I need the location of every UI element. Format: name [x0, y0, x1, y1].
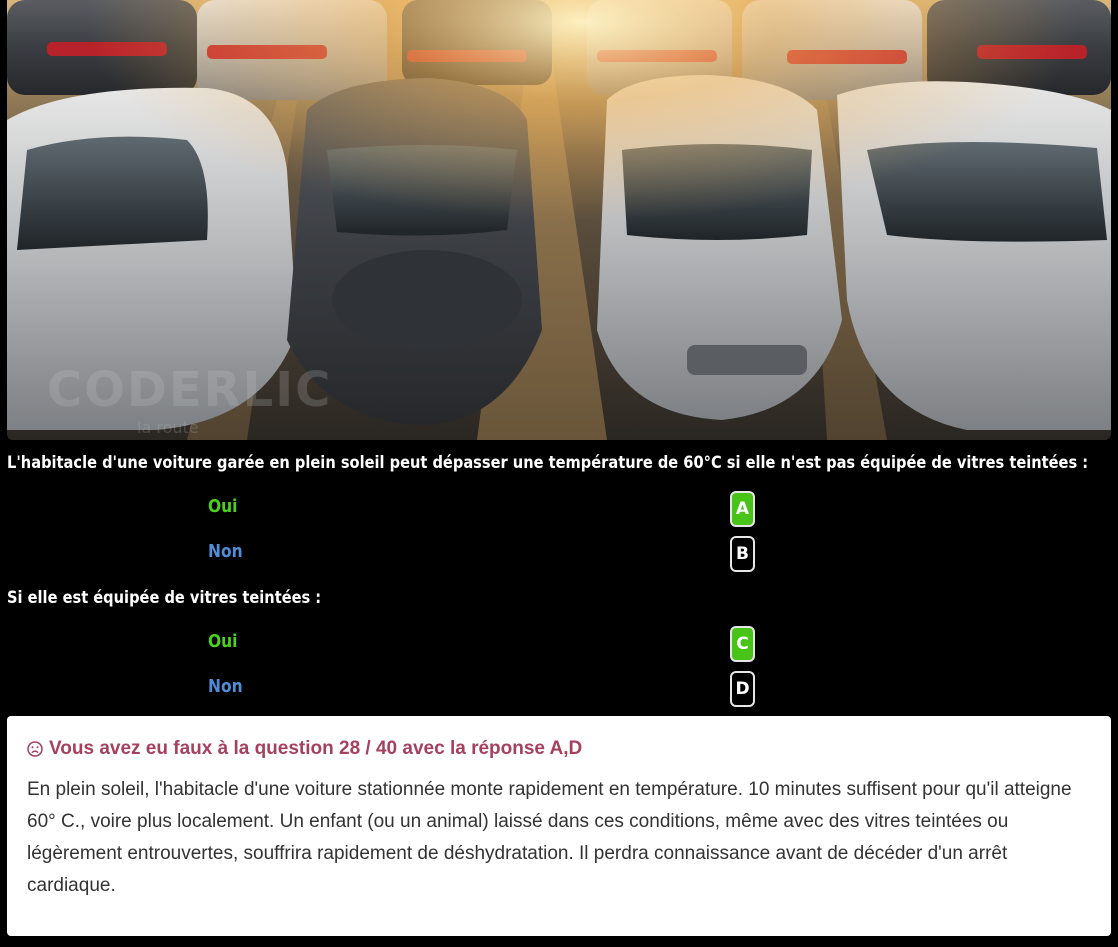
sad-face-icon — [27, 741, 43, 757]
feedback-panel: Vous avez eu faux à la question 28 / 40 … — [7, 716, 1111, 936]
feedback-explanation: En plein soleil, l'habitacle d'une voitu… — [27, 779, 1072, 896]
watermark-logo: CODERLIC — [47, 362, 333, 418]
question-photo: CODERLIC la route — [7, 0, 1111, 440]
question-2-text: Si elle est équipée de vitres teintées : — [7, 588, 322, 608]
question-1-text: L'habitacle d'une voiture garée en plein… — [7, 453, 1089, 473]
answer-a-label: Oui — [208, 496, 238, 517]
watermark-tagline: la route — [137, 418, 199, 437]
answer-d-button[interactable]: D — [730, 671, 755, 707]
feedback-title: Vous avez eu faux à la question 28 / 40 … — [27, 738, 1091, 760]
answer-c-label: Oui — [208, 631, 238, 652]
answer-b-label: Non — [208, 541, 243, 562]
answer-d-label: Non — [208, 676, 243, 697]
answer-c-button[interactable]: C — [730, 626, 755, 662]
answer-b-button[interactable]: B — [730, 536, 755, 572]
feedback-title-text: Vous avez eu faux à la question 28 / 40 … — [49, 738, 583, 759]
answer-a-button[interactable]: A — [730, 491, 755, 527]
